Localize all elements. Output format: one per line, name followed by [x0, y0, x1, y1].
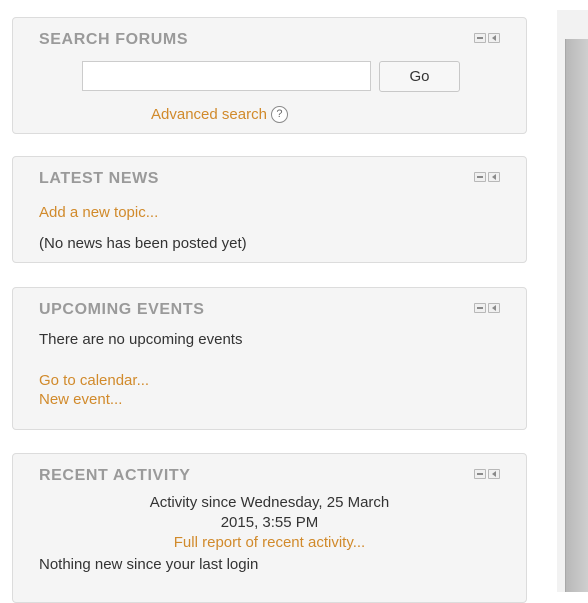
- recent-activity-block: RECENT ACTIVITY Activity since Wednesday…: [12, 453, 527, 603]
- search-input[interactable]: [82, 61, 371, 91]
- dock-arrow-icon[interactable]: [488, 469, 500, 479]
- no-events-text: There are no upcoming events: [39, 331, 243, 348]
- advanced-search-link[interactable]: Advanced search: [151, 106, 267, 123]
- block-controls: [474, 469, 500, 479]
- dock-arrow-icon[interactable]: [488, 33, 500, 43]
- full-report-row: Full report of recent activity...: [13, 534, 526, 552]
- dock-arrow-icon[interactable]: [488, 303, 500, 313]
- block-controls: [474, 172, 500, 182]
- latest-news-block: LATEST NEWS Add a new topic... (No news …: [12, 156, 527, 263]
- blocks-column: SEARCH FORUMS Go Advanced search ? LATES…: [0, 0, 545, 603]
- search-forums-title: SEARCH FORUMS: [39, 31, 189, 48]
- nothing-new-text: Nothing new since your last login: [39, 556, 259, 573]
- advanced-search-row: Advanced search ?: [151, 106, 288, 123]
- new-event-link[interactable]: New event...: [39, 391, 122, 408]
- add-new-topic-link[interactable]: Add a new topic...: [39, 204, 158, 221]
- minus-box-icon[interactable]: [474, 303, 486, 313]
- upcoming-events-title: UPCOMING EVENTS: [39, 301, 205, 318]
- activity-since-line-2: 2015, 3:55 PM: [220, 514, 319, 531]
- search-forums-block: SEARCH FORUMS Go Advanced search ?: [12, 17, 527, 134]
- latest-news-title: LATEST NEWS: [39, 170, 160, 187]
- full-report-link[interactable]: Full report of recent activity...: [174, 534, 365, 551]
- go-button[interactable]: Go: [379, 61, 460, 92]
- recent-activity-title: RECENT ACTIVITY: [39, 467, 191, 484]
- help-circle-icon[interactable]: ?: [270, 106, 288, 123]
- activity-since-line-1: Activity since Wednesday, 25 March: [149, 494, 390, 511]
- block-controls: [474, 33, 500, 43]
- block-controls: [474, 303, 500, 313]
- minus-box-icon[interactable]: [474, 469, 486, 479]
- upcoming-events-block: UPCOMING EVENTS There are no upcoming ev…: [12, 287, 527, 430]
- dock-arrow-icon[interactable]: [488, 172, 500, 182]
- no-news-text: (No news has been posted yet): [39, 235, 247, 252]
- minus-box-icon[interactable]: [474, 172, 486, 182]
- minus-box-icon[interactable]: [474, 33, 486, 43]
- go-to-calendar-link[interactable]: Go to calendar...: [39, 372, 149, 389]
- main-content-scroll-area[interactable]: [565, 39, 588, 592]
